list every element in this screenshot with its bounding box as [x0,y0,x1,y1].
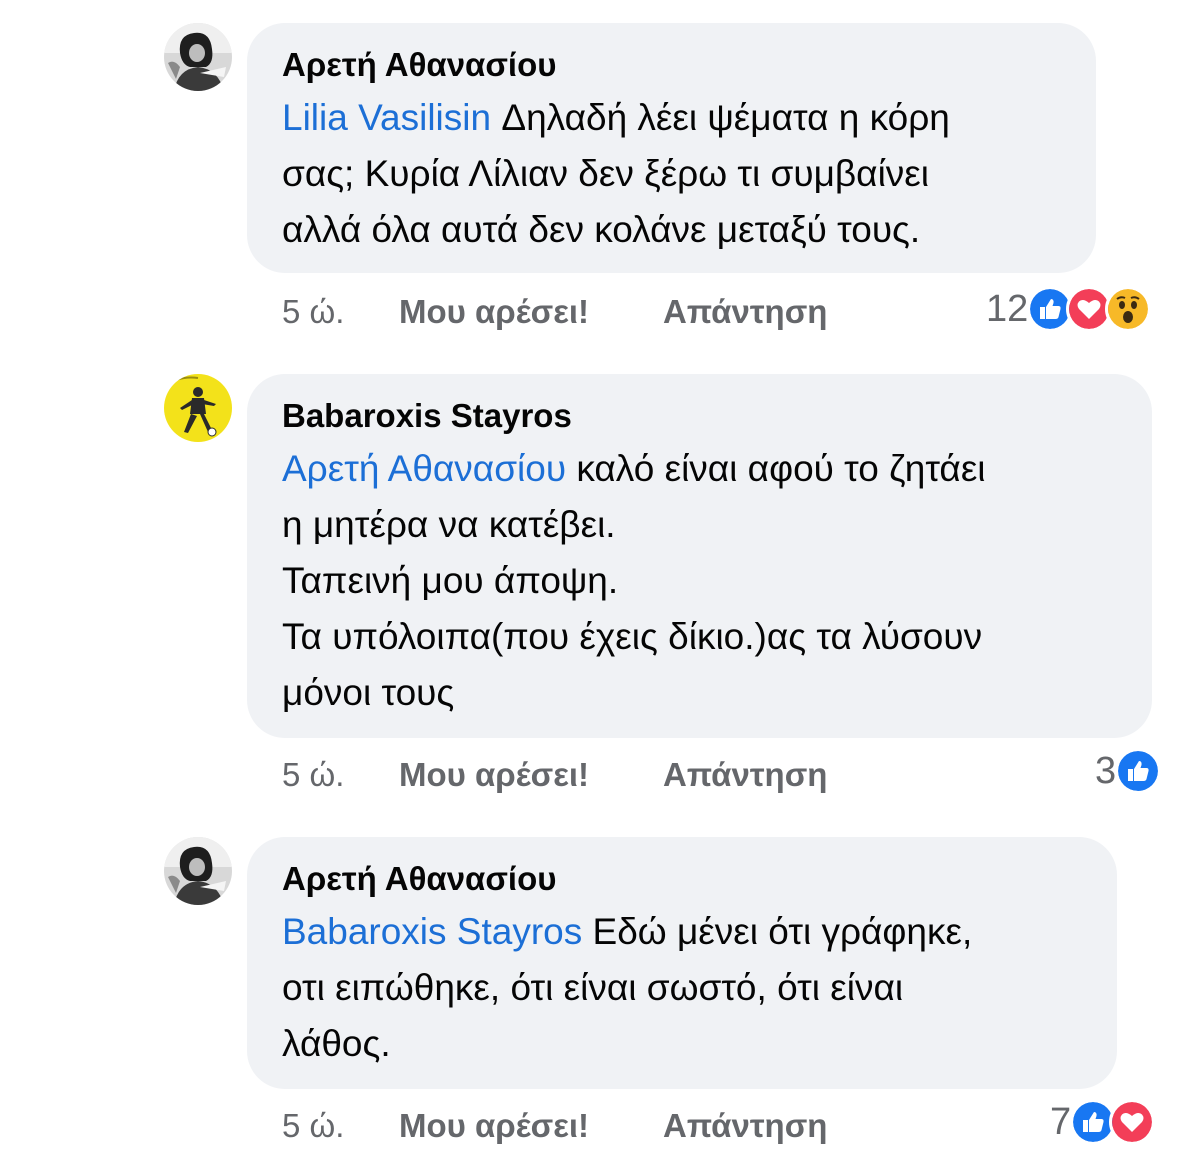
comment-text-line: σας; Κυρία Λίλιαν δεν ξέρω τι συμβαίνει [282,153,930,194]
reply-button[interactable]: Απάντηση [663,1104,827,1148]
comment-bubble: Babaroxis Stayros Αρετή Αθανασίου καλό ε… [247,374,1152,738]
comment-text-line: Lilia Vasilisin Δηλαδή λέει ψέματα η κόρ… [282,90,1062,146]
comment-text-line: Babaroxis Stayros Εδώ μένει ότι γράφηκε, [282,904,1083,960]
avatar[interactable] [164,23,232,91]
comment-text: Εδώ μένει ότι γράφηκε, [582,911,973,952]
love-icon [1109,1099,1156,1145]
reaction-count: 7 [1050,1101,1072,1143]
reaction-count: 12 [986,288,1029,330]
wow-icon [1105,286,1152,332]
timestamp[interactable]: 5 ώ. [282,290,399,334]
comment-bubble: Αρετή Αθανασίου Lilia Vasilisin Δηλαδή λ… [247,23,1096,273]
reactions-summary[interactable]: 12 [986,285,1152,333]
comment-text-line: Ταπεινή μου άποψη. [282,560,619,601]
profile-photo-icon [164,837,232,905]
comment-text-line: Αρετή Αθανασίου καλό είναι αφού το ζητάε… [282,441,1118,497]
comment-text-line: λάθος. [282,1023,391,1064]
comment-thread: Αρετή Αθανασίου Lilia Vasilisin Δηλαδή λ… [0,0,1200,1164]
comment-text-line: μόνοι τους [282,672,455,713]
comment-author[interactable]: Αρετή Αθανασίου [282,45,1062,85]
mention-link[interactable]: Αρετή Αθανασίου [282,448,566,489]
timestamp[interactable]: 5 ώ. [282,753,399,797]
comment-text: Δηλαδή λέει ψέματα η κόρη [491,97,950,138]
comment-text-line: Τα υπόλοιπα(που έχεις δίκιο.)ας τα λύσου… [282,616,983,657]
comment-bubble: Αρετή Αθανασίου Babaroxis Stayros Εδώ μέ… [247,837,1117,1089]
reaction-count: 3 [1095,750,1117,792]
like-button[interactable]: Μου αρέσει! [399,290,663,334]
comment-text-line: αλλά όλα αυτά δεν κολάνε μεταξύ τους. [282,209,921,250]
comment-actions: 5 ώ. Μου αρέσει! Απάντηση [282,753,827,797]
avatar[interactable] [164,837,232,905]
mention-link[interactable]: Babaroxis Stayros [282,911,582,952]
comment-text-line: η μητέρα να κατέβει. [282,504,616,545]
comment-actions: 5 ώ. Μου αρέσει! Απάντηση [282,1104,827,1148]
comment-author[interactable]: Babaroxis Stayros [282,396,1118,436]
reactions-summary[interactable]: 7 [1050,1098,1156,1146]
timestamp[interactable]: 5 ώ. [282,1104,399,1148]
comment-text: καλό είναι αφού το ζητάει [566,448,986,489]
profile-photo-icon [164,374,232,442]
mention-link[interactable]: Lilia Vasilisin [282,97,491,138]
like-button[interactable]: Μου αρέσει! [399,1104,663,1148]
comment-author[interactable]: Αρετή Αθανασίου [282,859,1083,899]
like-button[interactable]: Μου αρέσει! [399,753,663,797]
reply-button[interactable]: Απάντηση [663,753,827,797]
like-icon [1115,748,1162,794]
comment-text-line: οτι ειπώθηκε, ότι είναι σωστό, ότι είναι [282,967,904,1008]
reply-button[interactable]: Απάντηση [663,290,827,334]
reactions-summary[interactable]: 3 [1095,747,1162,795]
comment-actions: 5 ώ. Μου αρέσει! Απάντηση [282,290,827,334]
profile-photo-icon [164,23,232,91]
avatar[interactable] [164,374,232,442]
